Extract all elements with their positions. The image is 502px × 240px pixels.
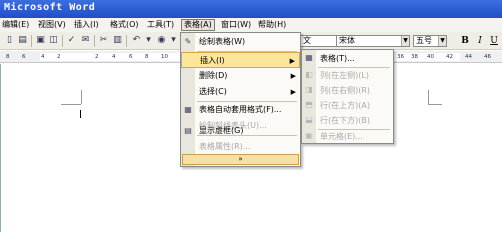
toolbar-separator [94, 35, 95, 47]
ruler-number: 40 [427, 54, 434, 60]
menu-bar: 编辑(E) 视图(V) 插入(I) 格式(O) 工具(T) 表格(A) 窗口(W… [0, 18, 502, 32]
menu-item-label: 表格属性(R)... [199, 142, 251, 151]
menu-item-label: 删除(D) [199, 71, 228, 80]
insert-submenu: ▦ 表格(T)... ◧ 列(在左侧)(L) ◨ 列(在右侧)(R) ⬒ 行(在… [301, 49, 394, 144]
menu-item-show-gridlines[interactable]: ▤ 显示虚框(G) [181, 123, 300, 139]
submenu-item-row-below[interactable]: ⬓ 行(在下方)(B) [302, 113, 393, 128]
menu-insert[interactable]: 插入(I) [72, 19, 101, 31]
autoformat-icon: ▦ [184, 105, 192, 114]
margin-corner-mark [81, 90, 82, 104]
submenu-arrow-icon: ▶ [290, 72, 296, 80]
menu-help[interactable]: 帮助(H) [256, 19, 288, 31]
print-icon[interactable]: ▣ [35, 35, 46, 46]
window-title: Microsoft Word [4, 2, 96, 13]
text-cursor [80, 110, 81, 118]
toolbar-separator [31, 35, 32, 47]
double-chevron-down-icon: » [238, 155, 243, 163]
table-icon: ▦ [305, 53, 313, 62]
menu-window[interactable]: 窗口(W) [219, 19, 253, 31]
table-menu: ✎ 绘制表格(W) 插入(I) ▶ 删除(D) ▶ 选择(C) ▶ ▦ 表格自动… [180, 32, 301, 167]
menu-item-table-properties[interactable]: 表格属性(R)... [181, 139, 300, 155]
submenu-arrow-icon: ▶ [290, 88, 296, 96]
menu-item-label: 表格自动套用格式(F)... [199, 105, 282, 114]
menu-item-label: 选择(C) [199, 87, 227, 96]
submenu-item-label: 行(在上方)(A) [320, 101, 370, 110]
ruler-number: 4 [112, 54, 116, 60]
submenu-item-column-left[interactable]: ◧ 列(在左侧)(L) [302, 68, 393, 83]
gridlines-icon: ▤ [184, 126, 192, 135]
font-name-value: 宋体 [339, 36, 355, 45]
submenu-item-table[interactable]: ▦ 表格(T)... [302, 51, 393, 66]
ruler-number: 6 [22, 54, 26, 60]
menu-tools[interactable]: 工具(T) [145, 19, 176, 31]
menu-item-label: 显示虚框(G) [199, 126, 244, 135]
pencil-icon: ✎ [184, 37, 192, 46]
bold-button[interactable]: B [459, 35, 471, 47]
ruler-number: 44 [465, 54, 472, 60]
font-size-value: 五号 [416, 36, 432, 45]
ruler-number: 4 [41, 54, 45, 60]
underline-button[interactable]: U [488, 35, 500, 47]
insert-cells-icon: ▣ [305, 131, 313, 140]
ruler-number: 42 [446, 54, 453, 60]
margin-corner-mark [428, 104, 442, 105]
new-document-icon[interactable]: ▯ [4, 35, 15, 46]
menu-item-autoformat[interactable]: ▦ 表格自动套用格式(F)... [181, 102, 300, 118]
hyperlink-icon[interactable]: ◉ [156, 35, 167, 46]
insert-column-right-icon: ◨ [305, 85, 313, 94]
ruler-number: 36 [397, 54, 404, 60]
spelling-icon[interactable]: ✓ [66, 35, 77, 46]
dropdown-arrow-icon[interactable]: ▾ [143, 35, 154, 46]
menu-item-insert[interactable]: 插入(I) ▶ [181, 52, 300, 68]
submenu-arrow-icon: ▶ [289, 57, 295, 65]
font-name-combo[interactable]: 宋体 ▼ [336, 35, 410, 47]
expand-menu-button[interactable]: » [182, 154, 299, 165]
menu-view[interactable]: 视图(V) [36, 19, 68, 31]
submenu-item-row-above[interactable]: ⬒ 行(在上方)(A) [302, 98, 393, 113]
ruler-number: 2 [95, 54, 99, 60]
research-icon[interactable]: ✉ [80, 35, 91, 46]
margin-corner-mark [61, 104, 81, 105]
menu-edit[interactable]: 编辑(E) [0, 19, 31, 31]
menu-format[interactable]: 格式(O) [108, 19, 141, 31]
chevron-down-icon[interactable]: ▼ [401, 36, 409, 46]
style-value: 文 [303, 36, 311, 45]
submenu-item-label: 单元格(E)... [320, 132, 363, 141]
ruler-number: 38 [411, 54, 418, 60]
title-bar: Microsoft Word [0, 0, 502, 18]
menu-item-delete[interactable]: 删除(D) ▶ [181, 68, 300, 84]
submenu-item-column-right[interactable]: ◨ 列(在右侧)(R) [302, 83, 393, 98]
ruler-number: 10 [161, 54, 168, 60]
dropdown-arrow-icon[interactable]: ▾ [168, 35, 179, 46]
open-icon[interactable]: ▤ [17, 35, 28, 46]
toolbar-separator [126, 35, 127, 47]
cut-icon[interactable]: ✂ [98, 35, 109, 46]
font-size-combo[interactable]: 五号 ▼ [413, 35, 447, 47]
ruler-number: 46 [484, 54, 491, 60]
ruler-number: 8 [145, 54, 149, 60]
print-preview-icon[interactable]: ◫ [48, 35, 59, 46]
chevron-down-icon[interactable]: ▼ [438, 36, 446, 46]
ruler-number: 2 [57, 54, 61, 60]
submenu-item-label: 行(在下方)(B) [320, 116, 370, 125]
submenu-item-label: 列(在右侧)(R) [320, 86, 371, 95]
menu-item-draw-table[interactable]: ✎ 绘制表格(W) [181, 34, 300, 50]
insert-row-below-icon: ⬓ [305, 115, 313, 124]
undo-icon[interactable]: ↶ [131, 35, 142, 46]
submenu-item-cells[interactable]: ▣ 单元格(E)... [302, 129, 393, 144]
toolbar-separator [62, 35, 63, 47]
menu-item-label: 插入(I) [200, 56, 225, 65]
submenu-item-label: 表格(T)... [320, 54, 355, 63]
insert-column-left-icon: ◧ [305, 70, 313, 79]
submenu-item-label: 列(在左侧)(L) [320, 71, 369, 80]
ruler-number: 8 [6, 54, 10, 60]
paste-icon[interactable]: ▥ [112, 35, 123, 46]
margin-corner-mark [428, 90, 429, 104]
menu-item-label: 绘制表格(W) [199, 37, 246, 46]
menu-table[interactable]: 表格(A) [181, 19, 215, 31]
ruler-number: 6 [129, 54, 133, 60]
insert-row-above-icon: ⬒ [305, 100, 313, 109]
menu-item-select[interactable]: 选择(C) ▶ [181, 84, 300, 100]
italic-button[interactable]: I [474, 35, 486, 47]
